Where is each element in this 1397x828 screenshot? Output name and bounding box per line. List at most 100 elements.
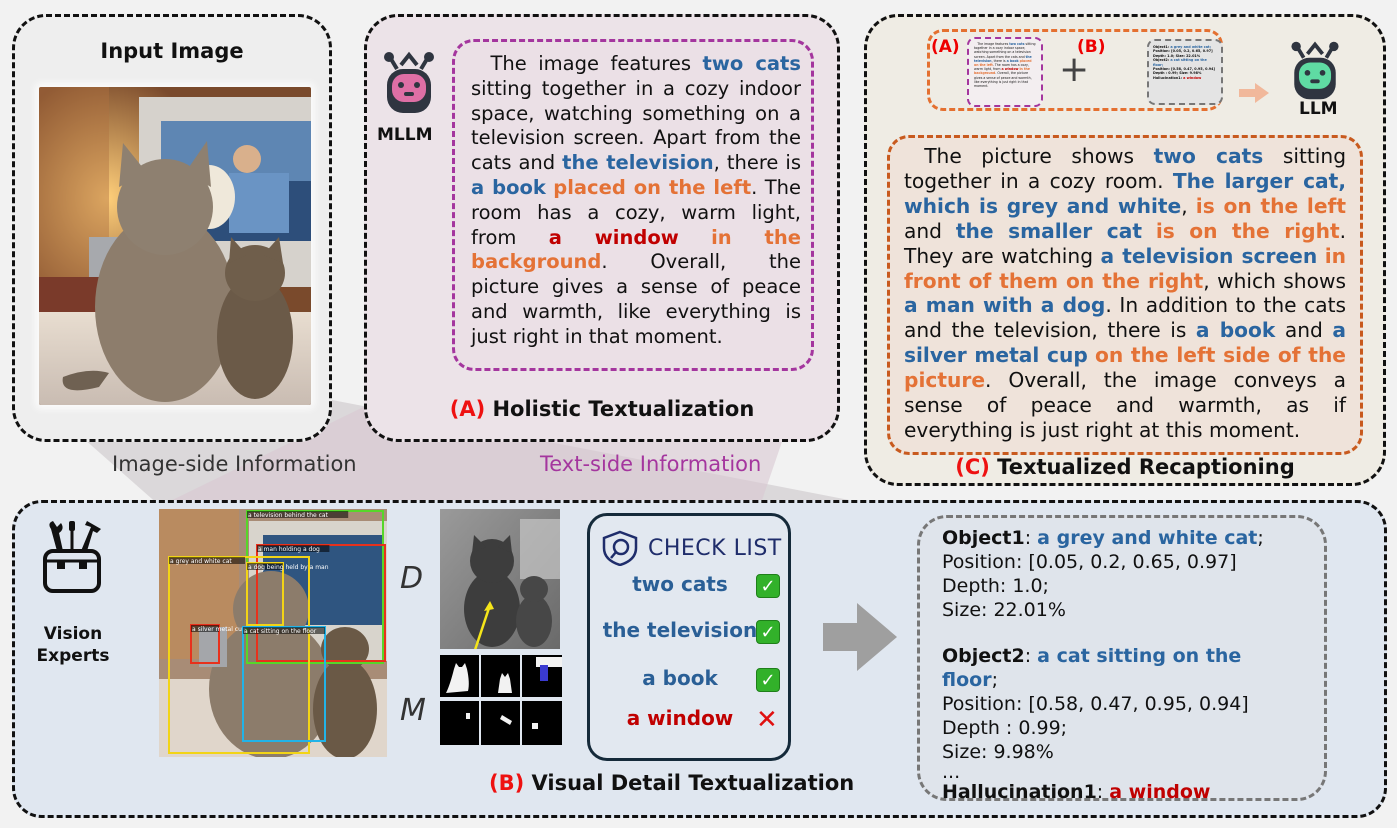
input-b-label: (B): [1077, 37, 1106, 57]
text-segment: [679, 226, 711, 249]
check-mark-icon: ✓: [756, 668, 780, 692]
object-depth: Depth: 1.0;: [942, 575, 1049, 597]
object-key: Object1: [942, 527, 1025, 549]
text-segment: ,: [1181, 193, 1196, 218]
panel-a-title: Holistic Textualization: [485, 397, 755, 421]
mini-key: Position: [0.58, 0.47, 0.95, 0.94]: [1153, 67, 1216, 72]
text-side-information-label: Text-side Information: [540, 452, 762, 476]
blue-highlight: a book: [1195, 318, 1276, 343]
check-mark-icon: ✓: [756, 620, 780, 644]
vision-experts-line-1: Vision: [43, 624, 103, 644]
checklist: CHECK LIST two cats ✓ the television ✓ a boo…: [587, 513, 791, 761]
blue-highlight: the smaller cat: [955, 218, 1142, 243]
cross-mark-icon: ✕: [756, 705, 778, 735]
text-segment: [1088, 343, 1095, 367]
text-segment: and: [904, 218, 956, 243]
text-segment: [1317, 244, 1324, 268]
object-key: Object2: [942, 645, 1025, 667]
check-mark-icon: ✓: [756, 574, 780, 598]
shield-search-icon: [602, 530, 638, 566]
mask-label: M: [400, 693, 426, 728]
llm-label: LLM: [1299, 99, 1338, 119]
arrow-right-icon: [1239, 83, 1269, 103]
detection-label: a silver metal cup: [192, 626, 246, 633]
recaption-text: The picture shows two cats sitting toget…: [904, 144, 1346, 442]
depth-map-image: [440, 509, 560, 649]
cats-watching-tv-image: [39, 87, 311, 405]
mini-key: Object1:: [1153, 45, 1171, 49]
segmentation-masks: [440, 655, 562, 745]
blue-highlight: the television: [562, 151, 714, 175]
mini-key: Position: [0.05, 0.2, 0.65, 0.97]: [1153, 49, 1213, 54]
input-image-title: Input Image: [100, 39, 244, 63]
object-entry: Object2: a cat sitting on the floor; Posi…: [942, 644, 1302, 764]
object-list-panel: Object1: a grey and white cat; Position: …: [917, 515, 1327, 803]
mini-object-list-text: Object1: a grey and white cat; Position: …: [1153, 45, 1217, 80]
textualized-recaptioning-panel: (A) The image features two cats sitting …: [864, 14, 1386, 486]
robot-icon: [384, 51, 434, 113]
mini-key: Object2:: [1153, 58, 1171, 63]
blue-highlight: a television screen: [1100, 243, 1318, 268]
panel-c-caption: (C) Textualized Recaptioning: [867, 455, 1383, 479]
object-name: a grey and white cat: [1037, 527, 1258, 549]
blue-highlight: a man with a dog: [904, 293, 1106, 318]
panel-b-title: Visual Detail Textualization: [524, 771, 855, 795]
holistic-description: The image features two cats sitting toge…: [452, 39, 814, 371]
mllm-label: MLLM: [377, 125, 433, 145]
panel-c-tag: (C): [955, 455, 990, 479]
checklist-item-label: a window: [626, 706, 734, 730]
checklist-title: CHECK LIST: [648, 536, 782, 561]
panel-a-caption: (A) Holistic Textualization: [367, 397, 837, 421]
depth-label: D: [400, 561, 424, 596]
vision-experts-label: Vision Experts: [33, 623, 113, 667]
checklist-header: CHECK LIST: [600, 530, 790, 566]
mini-value: a window: [1183, 75, 1202, 80]
detection-label: a dog being held by a man: [248, 564, 329, 571]
text-segment: The picture shows: [904, 144, 1154, 168]
toolbox-icon: [43, 521, 101, 593]
plus-icon: +: [1059, 49, 1090, 90]
blue-highlight: two cats: [702, 52, 801, 75]
detection-image: a television behind the cat a man holding…: [159, 509, 387, 757]
mini-holistic-description: The image features two cats sitting toge…: [967, 37, 1043, 107]
visual-detail-textualization-panel: Vision Experts a television behind the c…: [12, 500, 1387, 818]
mini-holistic-description-text: The image features two cats sitting toge…: [974, 42, 1036, 88]
object-depth: Depth : 0.99;: [942, 717, 1068, 739]
orange-highlight: is on the right: [1155, 218, 1340, 243]
recaption-text-box: The picture shows two cats sitting toget…: [887, 135, 1363, 455]
object-position: Position: [0.58, 0.47, 0.95, 0.94]: [942, 693, 1249, 715]
orange-highlight: is on the left: [1195, 193, 1346, 218]
panel-a-tag: (A): [449, 397, 486, 421]
detection-label: a cat sitting on the floor: [244, 628, 317, 635]
object-entry: Object1: a grey and white cat; Position: …: [942, 526, 1302, 622]
blue-highlight: a book: [471, 175, 546, 199]
mini-object-line: Hallucination1: a window: [1153, 76, 1217, 80]
checklist-item-label: a book: [642, 666, 718, 690]
detection-label: a television behind the cat: [248, 512, 329, 519]
mini-object-list: Object1: a grey and white cat; Position: …: [1147, 39, 1223, 105]
mini-key: Depth : 0.99; Size: 9.98%: [1153, 71, 1202, 76]
object-position: Position: [0.05, 0.2, 0.65, 0.97]: [942, 551, 1237, 573]
object-size: Size: 9.98%: [942, 741, 1054, 763]
text-segment: , there is: [713, 151, 801, 175]
object-size: Size: 22.01%: [942, 599, 1066, 621]
input-image-panel: Input Image: [12, 14, 332, 442]
image-side-information-label: Image-side Information: [112, 452, 357, 476]
holistic-textualization-panel: MLLM The image features two cats sitting…: [364, 14, 840, 442]
panel-b-tag: (B): [489, 771, 525, 795]
input-photo: [39, 87, 311, 405]
panel-c-title: Textualized Recaptioning: [989, 455, 1295, 479]
input-a-label: (A): [931, 37, 960, 57]
mini-object-line: Object2: a cat sitting on the floor;: [1153, 58, 1217, 67]
text-segment: , which shows: [1203, 268, 1346, 293]
mini-value: a grey and white cat;: [1170, 45, 1211, 49]
checklist-item-label: two cats: [632, 572, 728, 596]
detection-visualization: a television behind the cat a man holding…: [159, 509, 387, 757]
panel-b-caption: (B) Visual Detail Textualization: [489, 771, 1397, 795]
object-list: Object1: a grey and white cat; Position: …: [942, 526, 1302, 764]
text-segment: [1142, 219, 1156, 243]
red-highlight: a window: [548, 225, 679, 249]
blue-highlight: two cats: [1153, 144, 1264, 168]
checklist-item-label: the television: [602, 618, 758, 642]
vision-experts-line-2: Experts: [36, 646, 110, 666]
